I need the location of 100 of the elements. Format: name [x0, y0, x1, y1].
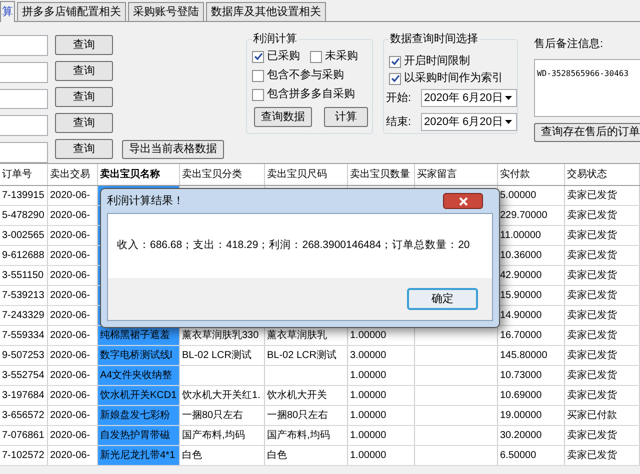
table-cell: 卖家已发货: [565, 366, 640, 385]
table-cell: 145.80000: [498, 346, 565, 365]
table-cell: A4文件夹收纳整: [98, 366, 180, 385]
note-text-area[interactable]: WD-3528565966-30463: [534, 58, 640, 116]
table-cell: 饮水机大开关红1.: [180, 386, 265, 405]
table-cell: 卖家已发货: [565, 346, 640, 365]
close-icon: [458, 196, 468, 206]
note-text: WD-3528565966-30463: [537, 68, 629, 78]
query-button[interactable]: 查询: [55, 35, 113, 55]
ok-button[interactable]: 确定: [407, 288, 478, 310]
checkbox-label: 未采购: [325, 49, 358, 64]
table-cell: 新娘盘发七彩粉: [98, 406, 180, 425]
tab[interactable]: 算: [0, 1, 15, 22]
table-cell: 3.00000: [348, 346, 415, 365]
table-cell: 卖家已发货: [565, 286, 640, 305]
checkbox[interactable]: [389, 56, 401, 68]
column-header[interactable]: 买家留言: [415, 164, 498, 185]
table-cell: 卖家已发货: [565, 306, 640, 325]
table-cell: 卖家已发货: [565, 246, 640, 265]
table-cell: 卖家已发货: [565, 446, 640, 465]
query-button[interactable]: 查询: [55, 139, 113, 159]
table-cell: 买家已付款: [565, 406, 640, 425]
table-cell: BL-02 LCR测试: [265, 346, 348, 365]
table-cell: 6.50000: [498, 446, 565, 465]
table-cell: 新光尼龙扎带4*1: [98, 446, 180, 465]
search-field[interactable]: [0, 62, 48, 83]
table-cell: 10.73000: [498, 366, 565, 385]
table-cell: 纯棉黑裙子遮羞: [98, 326, 180, 345]
table-cell: 一捆80只左右: [265, 406, 348, 425]
column-header[interactable]: 卖出宝贝尺码: [265, 164, 348, 185]
table-cell: 5-478290: [0, 206, 48, 225]
checkbox-label: 以采购时间作为索引: [404, 70, 503, 86]
table-cell: 1.00000: [348, 386, 415, 405]
table-cell: 7-559334: [0, 326, 48, 345]
query-button[interactable]: 查询: [55, 113, 113, 133]
table-cell: 3-552754: [0, 366, 48, 385]
table-cell: 9-507253: [0, 346, 48, 365]
table-cell: 30.20000: [498, 426, 565, 445]
date-picker[interactable]: 2020年 6月20日: [421, 113, 517, 131]
table-cell: 卖家已发货: [565, 186, 640, 205]
column-header[interactable]: 卖出宝贝数量: [348, 164, 415, 185]
table-cell: 10.69000: [498, 386, 565, 405]
table-cell: 国产布料,均码: [180, 426, 265, 445]
tab[interactable]: 拼多多店铺配置相关: [17, 2, 126, 21]
checkbox[interactable]: [310, 50, 322, 62]
table-cell: 1.00000: [348, 366, 415, 385]
table-cell: 白色: [180, 446, 265, 465]
table-cell: 7-243329: [0, 306, 48, 325]
table-cell: 卖家已发货: [565, 266, 640, 285]
column-header[interactable]: 卖出宝贝分类: [180, 164, 265, 185]
table-cell: 白色: [265, 446, 348, 465]
query-data-button[interactable]: 查询数据: [254, 107, 312, 127]
column-header[interactable]: 卖出交易: [48, 164, 98, 185]
search-field[interactable]: [0, 115, 48, 136]
table-cell: 一捆80只左右: [180, 406, 265, 425]
table-cell: 7-139915: [0, 186, 48, 205]
search-field[interactable]: [0, 88, 48, 110]
table-cell: 1.00000: [348, 406, 415, 425]
checkbox-label: 包含拼多多自采购: [267, 87, 356, 102]
table-cell: 19.00000: [498, 406, 565, 425]
dropdown-arrow-icon: [505, 120, 512, 124]
table-cell: 国产布料,均码: [265, 426, 348, 445]
date-picker[interactable]: 2020年 6月20日: [421, 89, 517, 107]
close-button[interactable]: [443, 193, 483, 209]
table-cell: 3-197684: [0, 386, 48, 405]
checkbox[interactable]: [252, 70, 264, 82]
table-cell: 卖家已发货: [565, 426, 640, 445]
dropdown-arrow-icon: [505, 96, 512, 100]
table-cell: 卖家已发货: [565, 326, 640, 345]
search-field[interactable]: [0, 142, 48, 163]
date-label: 开始:: [386, 90, 412, 106]
table-cell: 卖家已发货: [565, 386, 640, 405]
table-cell: 数字电桥测试线l: [98, 346, 180, 365]
table-cell: 9-612688: [0, 246, 48, 265]
calculate-button[interactable]: 计算: [324, 107, 368, 127]
table-cell: BL-02 LCR测试: [180, 346, 265, 365]
tab[interactable]: 采购账号登陆: [128, 2, 204, 21]
tab[interactable]: 数据库及其他设置相关: [206, 2, 326, 21]
table-cell: 7-539213: [0, 286, 48, 305]
table-cell: 1.00000: [348, 446, 415, 465]
checkbox[interactable]: [252, 50, 264, 62]
dialog-title: 利润计算结果！: [107, 194, 184, 209]
table-cell: 7-076861: [0, 426, 48, 445]
column-header[interactable]: 交易状态: [565, 164, 640, 185]
export-button[interactable]: 导出当前表格数据: [122, 140, 224, 159]
table-cell: 3-002565: [0, 226, 48, 245]
query-button[interactable]: 查询: [55, 87, 113, 107]
query-button[interactable]: 查询: [55, 61, 113, 81]
after-sale-query-button[interactable]: 查询存在售后的订单: [534, 122, 640, 142]
checkbox-label: 开启时间限制: [404, 54, 470, 70]
column-header[interactable]: 卖出宝贝名称: [98, 164, 180, 185]
table-cell: 3-551150: [0, 266, 48, 285]
table-cell: 7-102572: [0, 446, 48, 465]
checkbox-label: 已采购: [267, 49, 300, 64]
checkbox[interactable]: [389, 72, 401, 84]
checkbox-label: 包含不参与采购: [267, 68, 344, 84]
search-field[interactable]: [0, 35, 48, 56]
column-header[interactable]: 实付款: [498, 164, 565, 185]
checkbox[interactable]: [252, 88, 264, 100]
column-header[interactable]: 订单号: [0, 164, 48, 185]
